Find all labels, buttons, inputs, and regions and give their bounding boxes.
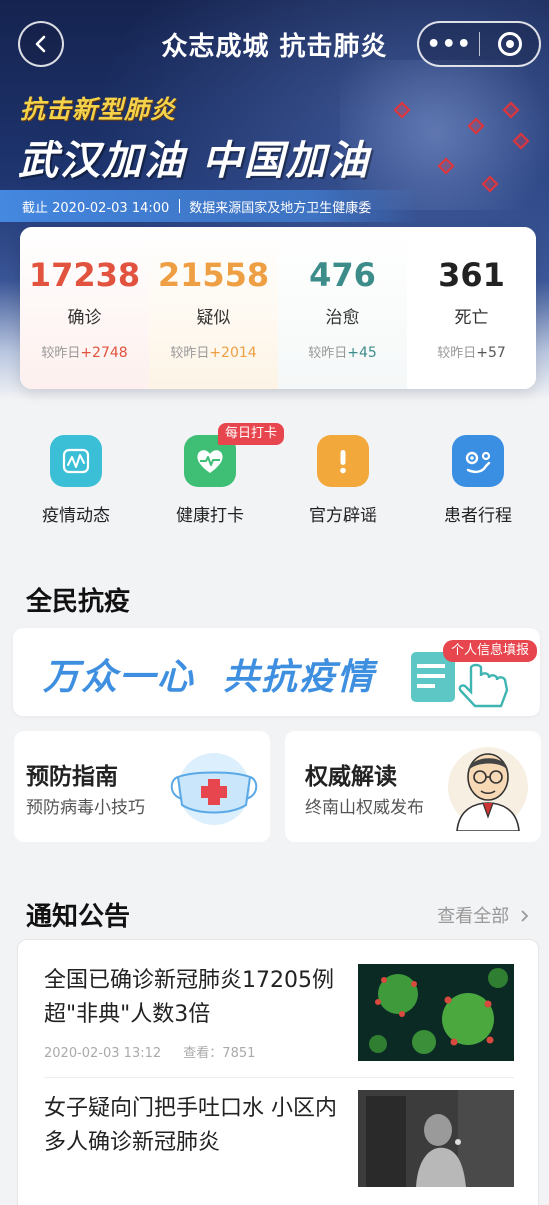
stat-value: 361 (438, 256, 505, 294)
view-all-label: 查看全部 (437, 906, 510, 927)
chart-icon (50, 435, 102, 487)
news-views: 查看：7851 (183, 1046, 256, 1061)
quick-actions: 疫情动态 健康打卡 每日打卡 官方辟谣 患者行程 (0, 423, 549, 526)
stat-suspected: 21558 疑似 较昨日+2014 (149, 227, 278, 389)
stat-label: 死亡 (454, 308, 489, 328)
stats-card: 17238 确诊 较昨日+2748 21558 疑似 较昨日+2014 476 … (20, 227, 536, 389)
info-report-tag: 个人信息填报 (443, 640, 538, 662)
news-list: 全国已确诊新冠肺炎17205例 超"非典"人数3倍 2020-02-03 13:… (17, 939, 539, 1205)
stat-value: 476 (309, 256, 376, 294)
stat-delta: 较昨日+45 (308, 345, 377, 361)
data-source-bar: 截止 2020-02-03 14:00 数据来源国家及地方卫生健康委 (0, 190, 420, 222)
view-all-link[interactable]: 查看全部 (437, 902, 531, 928)
prevention-guide-card[interactable]: 预防指南 预防病毒小技巧 (14, 731, 270, 842)
mask-icon (170, 753, 258, 825)
virus-image (358, 964, 514, 1061)
banner-text-right: 共抗疫情 (223, 657, 376, 698)
stat-cured: 476 治愈 较昨日+45 (278, 227, 407, 389)
mini-program-capsule: ••• (417, 21, 541, 67)
chevron-right-icon (521, 910, 529, 922)
info-report-banner[interactable]: 万众一心 共抗疫情 个人信息填报 (13, 628, 540, 716)
news-thumbnail (358, 964, 514, 1061)
quick-epidemic-updates[interactable]: 疫情动态 (16, 435, 136, 526)
stat-delta: 较昨日+57 (437, 345, 506, 361)
stat-label: 治愈 (325, 308, 360, 328)
as-of-time: 截止 2020-02-03 14:00 (22, 200, 170, 216)
exclamation-icon (317, 435, 369, 487)
quick-official-rumor[interactable]: 官方辟谣 (283, 435, 403, 526)
quick-label: 健康打卡 (176, 506, 244, 526)
news-title: 女子疑向门把手吐口水 小区内多人确诊新冠肺炎 (44, 1096, 337, 1155)
quick-label: 官方辟谣 (309, 506, 377, 526)
quick-health-checkin[interactable]: 健康打卡 (150, 435, 270, 526)
route-icon (452, 435, 504, 487)
data-source: 数据来源国家及地方卫生健康委 (189, 200, 372, 216)
card-subtitle: 预防病毒小技巧 (26, 798, 145, 818)
news-thumbnail (358, 1090, 514, 1187)
quick-patient-route[interactable]: 患者行程 (418, 435, 538, 526)
news-item[interactable]: 女子疑向门把手吐口水 小区内多人确诊新冠肺炎 (44, 1090, 514, 1187)
authority-reading-card[interactable]: 权威解读 终南山权威发布 (285, 731, 541, 842)
news-date: 2020-02-03 13:12 (44, 1046, 162, 1061)
target-icon (497, 32, 522, 56)
stat-delta: 较昨日+2748 (41, 345, 128, 361)
daily-checkin-badge: 每日打卡 (218, 423, 285, 445)
stat-delta: 较昨日+2014 (170, 345, 257, 361)
news-item[interactable]: 全国已确诊新冠肺炎17205例 超"非典"人数3倍 2020-02-03 13:… (44, 964, 514, 1061)
close-button[interactable] (480, 23, 539, 65)
section-title-notices: 通知公告 (26, 902, 131, 932)
card-subtitle: 终南山权威发布 (305, 798, 424, 818)
stat-value: 17238 (28, 256, 141, 294)
quick-label: 患者行程 (444, 506, 512, 526)
more-button[interactable]: ••• (419, 23, 479, 65)
doctor-avatar-icon (448, 747, 528, 831)
stat-confirmed: 17238 确诊 较昨日+2748 (20, 227, 149, 389)
stat-deaths: 361 死亡 较昨日+57 (407, 227, 536, 389)
card-title: 预防指南 (26, 764, 118, 790)
quick-label: 疫情动态 (42, 506, 110, 526)
news-title: 全国已确诊新冠肺炎17205例 超"非典"人数3倍 (44, 968, 334, 1027)
stat-label: 确诊 (67, 308, 102, 328)
banner-text-left: 万众一心 (43, 657, 196, 698)
slogan-small: 抗击新型肺炎 (20, 95, 177, 124)
slogan-big: 武汉加油 中国加油 (18, 138, 370, 184)
news-divider (44, 1077, 514, 1078)
card-title: 权威解读 (305, 764, 397, 790)
section-title-all-people: 全民抗疫 (26, 587, 131, 617)
cctv-image (358, 1090, 514, 1187)
divider (179, 199, 181, 213)
stat-value: 21558 (157, 256, 270, 294)
stat-label: 疑似 (196, 308, 231, 328)
